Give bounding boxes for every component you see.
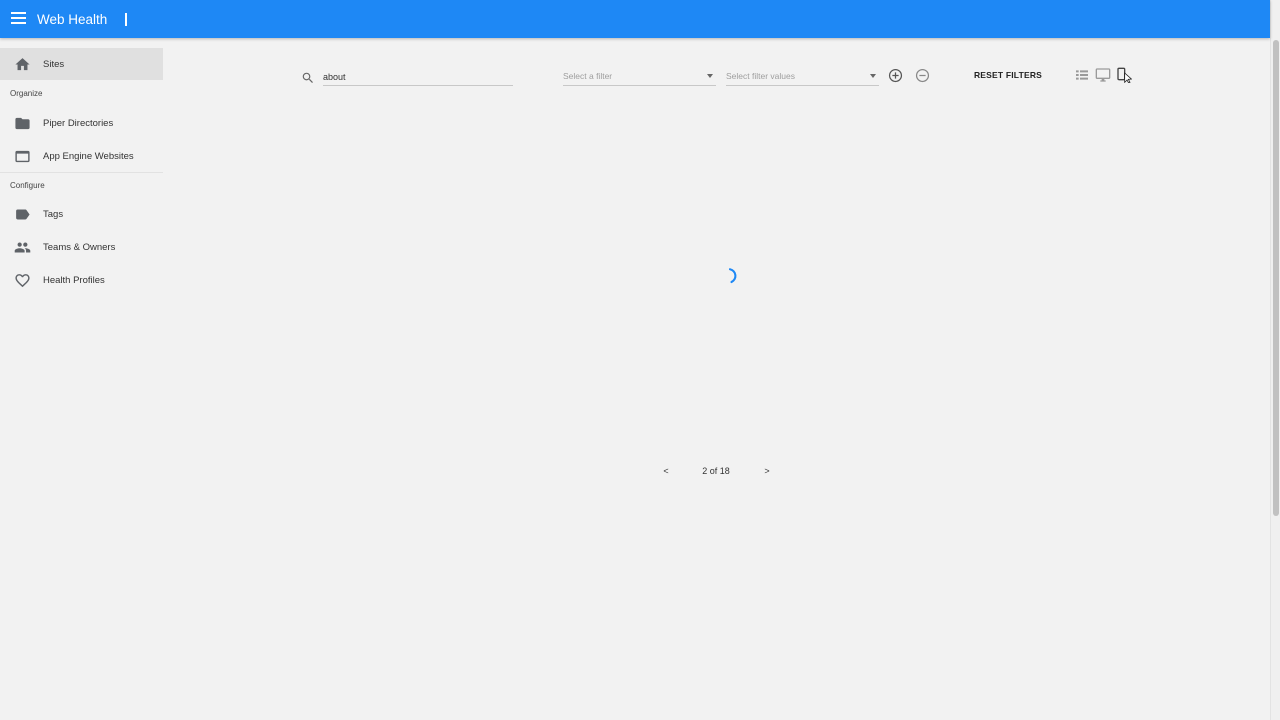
app-bar: Web Health [0,0,1270,38]
heart-icon [15,273,30,287]
search-input[interactable] [323,68,513,86]
remove-circle-icon[interactable] [915,68,930,83]
window-icon [15,150,30,162]
filter-select-placeholder: Select a filter [563,71,613,81]
filter-select[interactable]: Select a filter [563,68,716,86]
loading-spinner [728,268,737,284]
sidebar-item-label: Teams & Owners [43,241,116,253]
dropdown-arrow-icon [707,74,713,78]
people-icon [14,242,31,252]
sidebar-item-sites[interactable]: Sites [0,48,163,80]
sidebar-divider [0,172,163,173]
mobile-view-icon[interactable] [1116,67,1132,83]
sidebar-item-label: Tags [43,208,64,220]
scrollbar-thumb[interactable] [1273,40,1279,516]
reset-filters-button[interactable]: RESET FILTERS [968,65,1048,85]
filter-values-select[interactable]: Select filter values [726,68,879,86]
sidebar-item-teams-owners[interactable]: Teams & Owners [0,231,163,263]
text-cursor [125,13,127,26]
sidebar-item-piper-directories[interactable]: Piper Directories [0,107,163,139]
sidebar-item-label: Sites [43,58,65,70]
sidebar-item-label: Piper Directories [43,117,114,129]
pager-status: 2 of 18 [702,466,730,476]
app-title: Web Health [37,12,108,27]
sidebar-item-health-profiles[interactable]: Health Profiles [0,264,163,296]
add-circle-icon[interactable] [888,68,903,83]
desktop-view-icon[interactable] [1095,67,1111,83]
filter-values-placeholder: Select filter values [726,71,795,81]
home-icon [15,57,30,70]
dropdown-arrow-icon [870,74,876,78]
folder-icon [15,117,30,129]
menu-icon[interactable] [11,12,26,26]
list-view-icon[interactable] [1074,67,1090,83]
sidebar-item-tags[interactable]: Tags [0,198,163,230]
label-icon [16,209,30,219]
sidebar-item-app-engine-websites[interactable]: App Engine Websites [0,140,163,172]
section-label-configure: Configure [10,181,45,190]
sidebar: Sites Organize Piper Directories App Eng… [0,38,163,720]
pager-prev-button[interactable]: < [659,466,673,476]
section-label-organize: Organize [10,89,43,98]
page-scrollbar[interactable] [1270,0,1280,720]
sidebar-item-label: Health Profiles [43,274,105,286]
search-icon [302,72,313,83]
pager-next-button[interactable]: > [760,466,774,476]
sidebar-item-label: App Engine Websites [43,150,134,162]
